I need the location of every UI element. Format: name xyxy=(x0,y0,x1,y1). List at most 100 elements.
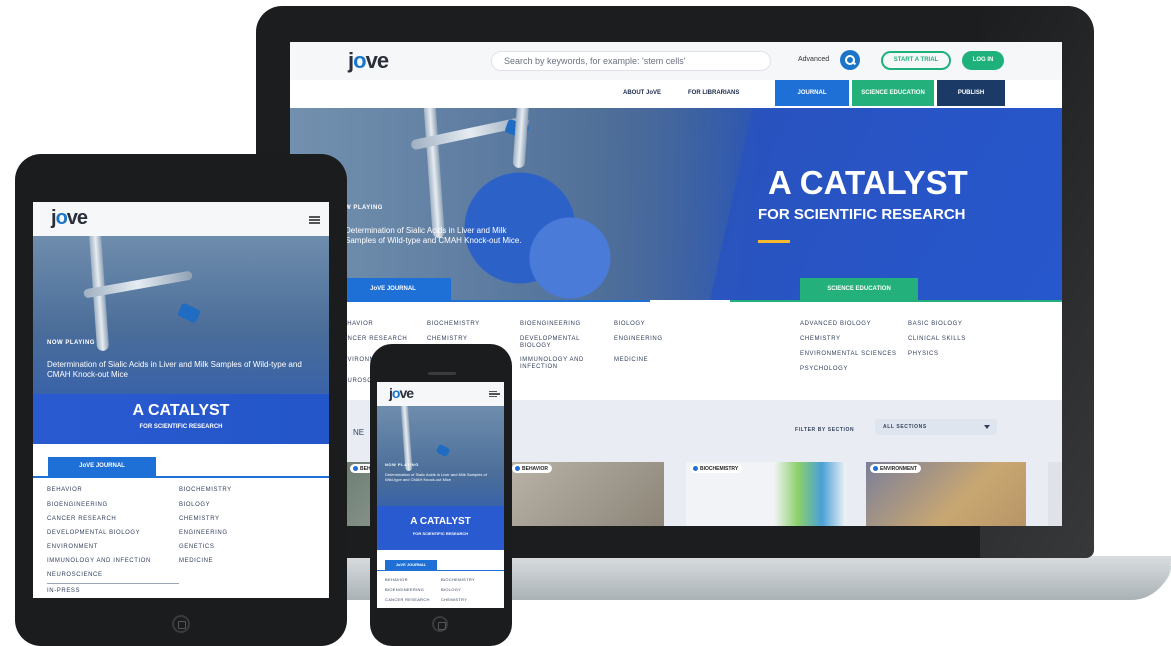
tablet-screen: jove NOW PLAYING Determination of Sialic… xyxy=(33,202,329,598)
cat-engineering[interactable]: ENGINEERING xyxy=(614,336,663,343)
tablet-hero: NOW PLAYING Determination of Sialic Acid… xyxy=(33,236,329,394)
phone-speaker xyxy=(428,372,456,375)
clamp-knob xyxy=(176,302,202,324)
cat-in-press[interactable]: IN-PRESS xyxy=(47,588,80,594)
phone-header: jove xyxy=(377,382,504,406)
edu-physics[interactable]: PHYSICS xyxy=(908,351,939,358)
catalyst-title: A CATALYST xyxy=(768,164,968,201)
phone-catalyst-banner: A CATALYST FOR SCIENTIFIC RESEARCH xyxy=(377,506,504,550)
video-card[interactable]: BEHAVIOR xyxy=(508,462,664,526)
start-trial-button[interactable]: START A TRIAL xyxy=(881,51,951,70)
chevron-down-icon xyxy=(984,425,990,429)
cat-bioengineering[interactable]: BIOENGINEERING xyxy=(385,587,424,592)
hero-banner: W PLAYING Determination of Sialic Acids … xyxy=(290,108,1062,300)
lab-stand-rod-2 xyxy=(512,108,530,169)
cat-chemistry[interactable]: CHEMISTRY xyxy=(441,597,467,602)
catalyst-subtitle: FOR SCIENTIFIC RESEARCH xyxy=(412,531,469,536)
jove-journal-tab[interactable]: JoVE JOURNAL xyxy=(385,560,437,570)
science-education-tab[interactable]: SCIENCE EDUCATION xyxy=(800,278,918,300)
journal-underline xyxy=(33,476,329,478)
advanced-search-link[interactable]: Advanced xyxy=(798,56,829,63)
now-playing-title[interactable]: Determination of Sialic Acids in Liver a… xyxy=(47,360,322,380)
edu-chemistry[interactable]: CHEMISTRY xyxy=(800,336,841,343)
menu-icon[interactable] xyxy=(309,216,320,224)
cat-developmental-biology[interactable]: DEVELOPMENTAL BIOLOGY xyxy=(47,530,140,536)
cat-biochemistry[interactable]: BIOCHEMISTRY xyxy=(179,487,232,493)
hero-overlay xyxy=(710,108,1062,300)
device-mockup-stage: jove Search by keywords, for example: 's… xyxy=(0,0,1171,646)
cat-medicine[interactable]: MEDICINE xyxy=(614,357,648,364)
jove-logo[interactable]: jove xyxy=(51,207,88,230)
journal-underline xyxy=(377,570,504,571)
filter-section-select[interactable]: ALL SECTIONS xyxy=(875,419,997,435)
cat-developmental-biology[interactable]: DEVELOPMENTAL BIOLOGY xyxy=(520,336,595,350)
login-button[interactable]: LOG IN xyxy=(962,51,1004,70)
cat-immunology[interactable]: IMMUNOLOGY AND INFECTION xyxy=(47,558,151,564)
menu-icon[interactable] xyxy=(489,391,500,397)
cat-biochemistry[interactable]: BIOCHEMISTRY xyxy=(441,577,475,582)
catalyst-title: A CATALYST xyxy=(132,402,230,419)
edu-environmental-sciences[interactable]: ENVIRONMENTAL SCIENCES xyxy=(800,351,897,358)
filter-by-section-label: FILTER BY SECTION xyxy=(795,427,855,433)
lab-stand-rod xyxy=(423,108,445,239)
card-category-badge: BIOCHEMISTRY xyxy=(690,464,743,473)
now-playing-title[interactable]: Determination of Sialic Acids in Liver a… xyxy=(345,226,535,246)
tab-science-education[interactable]: SCIENCE EDUCATION xyxy=(852,80,934,106)
jove-logo[interactable]: jove xyxy=(348,48,389,74)
jove-journal-tab[interactable]: JoVE JOURNAL xyxy=(335,278,451,300)
cat-engineering[interactable]: ENGINEERING xyxy=(179,530,228,536)
cat-cancer-research[interactable]: CANCER RESEARCH xyxy=(47,516,116,522)
cat-chemistry[interactable]: CHEMISTRY xyxy=(179,516,220,522)
cat-chemistry[interactable]: CHEMISTRY xyxy=(427,336,468,343)
edu-basic-biology[interactable]: BASIC BIOLOGY xyxy=(908,321,962,328)
catalyst-subtitle: FOR SCIENTIFIC RESEARCH xyxy=(758,206,966,223)
phone-home-button[interactable] xyxy=(432,616,448,632)
cat-biochemistry[interactable]: BIOCHEMISTRY xyxy=(427,321,480,328)
tablet-header: jove xyxy=(33,202,329,236)
now-playing-label: NOW PLAYING xyxy=(47,340,95,346)
catalyst-title: A CATALYST xyxy=(410,516,471,527)
tab-publish[interactable]: PUBLISH xyxy=(937,80,1005,106)
search-icon[interactable] xyxy=(840,50,860,70)
tablet-home-button[interactable] xyxy=(172,615,190,633)
cat-environment[interactable]: ENVIRONMENT xyxy=(47,544,98,550)
now-playing-label: W PLAYING xyxy=(345,205,383,211)
cat-bioengineering[interactable]: BIOENGINEERING xyxy=(47,502,108,508)
search-input[interactable]: Search by keywords, for example: 'stem c… xyxy=(491,51,771,71)
jove-logo[interactable]: jove xyxy=(389,385,414,401)
cat-medicine[interactable]: MEDICINE xyxy=(179,558,213,564)
cat-behavior[interactable]: BEHAVIOR xyxy=(385,577,408,582)
cat-cancer-research[interactable]: CANCER RESEARCH xyxy=(385,597,430,602)
cat-biology[interactable]: BIOLOGY xyxy=(614,321,645,328)
education-underline xyxy=(730,300,1062,302)
tab-journal[interactable]: JOURNAL xyxy=(775,80,849,106)
video-card[interactable]: BIOCHEMISTRY xyxy=(686,462,846,526)
catalyst-subtitle: FOR SCIENTIFIC RESEARCH xyxy=(139,424,223,430)
cat-biology[interactable]: BIOLOGY xyxy=(441,587,461,592)
cat-bioengineering[interactable]: BIOENGINEERING xyxy=(520,321,581,328)
new-videos-heading: NE xyxy=(353,428,365,437)
cat-immunology[interactable]: IMMUNOLOGY AND INFECTION xyxy=(520,357,595,371)
video-card[interactable]: ENVIRONMENT xyxy=(866,462,1026,526)
lab-photo xyxy=(290,108,760,300)
edu-psychology[interactable]: PSYCHOLOGY xyxy=(800,366,848,373)
tablet-catalyst-banner: A CATALYST FOR SCIENTIFIC RESEARCH xyxy=(33,394,329,444)
cat-biology[interactable]: BIOLOGY xyxy=(179,502,210,508)
jove-journal-tab[interactable]: JoVE JOURNAL xyxy=(48,457,156,476)
cat-behavior[interactable]: BEHAVIOR xyxy=(47,487,82,493)
card-category-badge: ENVIRONMENT xyxy=(870,464,921,473)
phone-hero: NOW PLAYING Determination of Sialic Acid… xyxy=(377,406,504,506)
nav-about-jove[interactable]: ABOUT JoVE xyxy=(623,90,661,96)
edu-advanced-biology[interactable]: ADVANCED BIOLOGY xyxy=(800,321,871,328)
now-playing-label: NOW PLAYING xyxy=(385,462,419,467)
divider xyxy=(47,583,179,584)
edu-clinical-skills[interactable]: CLINICAL SKILLS xyxy=(908,336,966,343)
video-card-partial[interactable] xyxy=(1048,462,1062,526)
nav-for-librarians[interactable]: FOR LIBRARIANS xyxy=(688,90,739,96)
now-playing-title[interactable]: Determination of Sialic Acids in Liver a… xyxy=(385,472,495,482)
catalyst-underline xyxy=(758,240,790,243)
cat-cancer-research[interactable]: CANCER RESEARCH xyxy=(338,336,407,343)
cat-genetics[interactable]: GENETICS xyxy=(179,544,214,550)
cat-neuroscience[interactable]: NEUROSCIENCE xyxy=(47,572,103,578)
phone-screen: jove NOW PLAYING Determination of Sialic… xyxy=(377,382,504,608)
